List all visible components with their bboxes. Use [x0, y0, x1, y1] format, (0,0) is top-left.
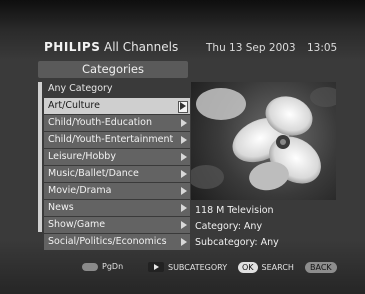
pgdn-label: PgDn: [102, 262, 124, 271]
tv-guide-screen: PHILIPS All Channels Thu 13 Sep 2003 13:…: [0, 0, 365, 294]
info-category: Category: Any: [195, 221, 263, 232]
categories-header: Categories: [38, 61, 188, 78]
ok-key-label: OK: [238, 262, 258, 273]
category-item-child-entertainment[interactable]: Child/Youth-Entertainment: [44, 131, 190, 149]
category-item-social-politics[interactable]: Social/Politics/Economics: [44, 233, 190, 251]
category-item-label: Show/Game: [48, 218, 106, 230]
play-icon: [148, 262, 164, 272]
category-item-child-education[interactable]: Child/Youth-Education: [44, 114, 190, 132]
category-list: Any Category Art/Culture Child/Youth-Edu…: [44, 81, 190, 251]
footer-keys: PgDn SUBCATEGORY OK SEARCH BACK: [0, 262, 365, 276]
right-triangle-icon: [181, 135, 187, 144]
back-key[interactable]: BACK: [305, 262, 337, 273]
categories-title: Categories: [82, 62, 144, 76]
back-label: BACK: [305, 262, 337, 273]
subcategory-label: SUBCATEGORY: [168, 262, 228, 272]
datetime: Thu 13 Sep 2003 13:05: [206, 42, 337, 54]
right-triangle-icon: [181, 118, 187, 127]
right-triangle-icon: [181, 152, 187, 161]
category-item-label: Any Category: [48, 83, 113, 94]
category-item-movie-drama[interactable]: Movie/Drama: [44, 182, 190, 200]
category-item-any[interactable]: Any Category: [44, 81, 190, 97]
category-item-leisure-hobby[interactable]: Leisure/Hobby: [44, 148, 190, 166]
right-triangle-icon: [180, 101, 186, 110]
info-channel: 118 M Television: [195, 205, 274, 216]
date-text: Thu 13 Sep 2003: [206, 42, 296, 54]
category-item-music-ballet-dance[interactable]: Music/Ballet/Dance: [44, 165, 190, 183]
search-label: SEARCH: [261, 263, 294, 272]
category-item-art-culture[interactable]: Art/Culture: [44, 97, 190, 115]
category-item-label: Leisure/Hobby: [48, 150, 116, 162]
channel-title: All Channels: [104, 40, 179, 54]
list-scrollbar[interactable]: [38, 82, 42, 232]
category-item-label: Art/Culture: [48, 99, 100, 111]
category-item-label: Child/Youth-Entertainment: [48, 133, 174, 145]
time-text: 13:05: [306, 42, 338, 54]
right-triangle-icon: [181, 186, 187, 195]
category-item-label: Music/Ballet/Dance: [48, 167, 139, 179]
right-triangle-icon: [181, 203, 187, 212]
right-triangle-icon: [181, 237, 187, 246]
flower-illustration: [191, 87, 336, 191]
remote-key-icon: [82, 262, 98, 271]
subcategory-key[interactable]: SUBCATEGORY: [148, 262, 227, 272]
category-item-label: Social/Politics/Economics: [48, 235, 167, 247]
category-item-show-game[interactable]: Show/Game: [44, 216, 190, 234]
category-item-news[interactable]: News: [44, 199, 190, 217]
program-info: 118 M Television Category: Any Subcatego…: [195, 203, 335, 251]
right-triangle-icon: [181, 220, 187, 229]
search-key[interactable]: OK SEARCH: [238, 262, 294, 273]
preview-image: [191, 82, 336, 200]
pgdn-key[interactable]: PgDn: [82, 262, 123, 271]
brand-logo: PHILIPS: [44, 40, 101, 54]
right-triangle-icon: [181, 169, 187, 178]
category-item-label: Movie/Drama: [48, 184, 112, 196]
category-item-label: News: [48, 201, 74, 213]
category-item-label: Child/Youth-Education: [48, 116, 153, 128]
info-subcategory: Subcategory: Any: [195, 237, 279, 248]
